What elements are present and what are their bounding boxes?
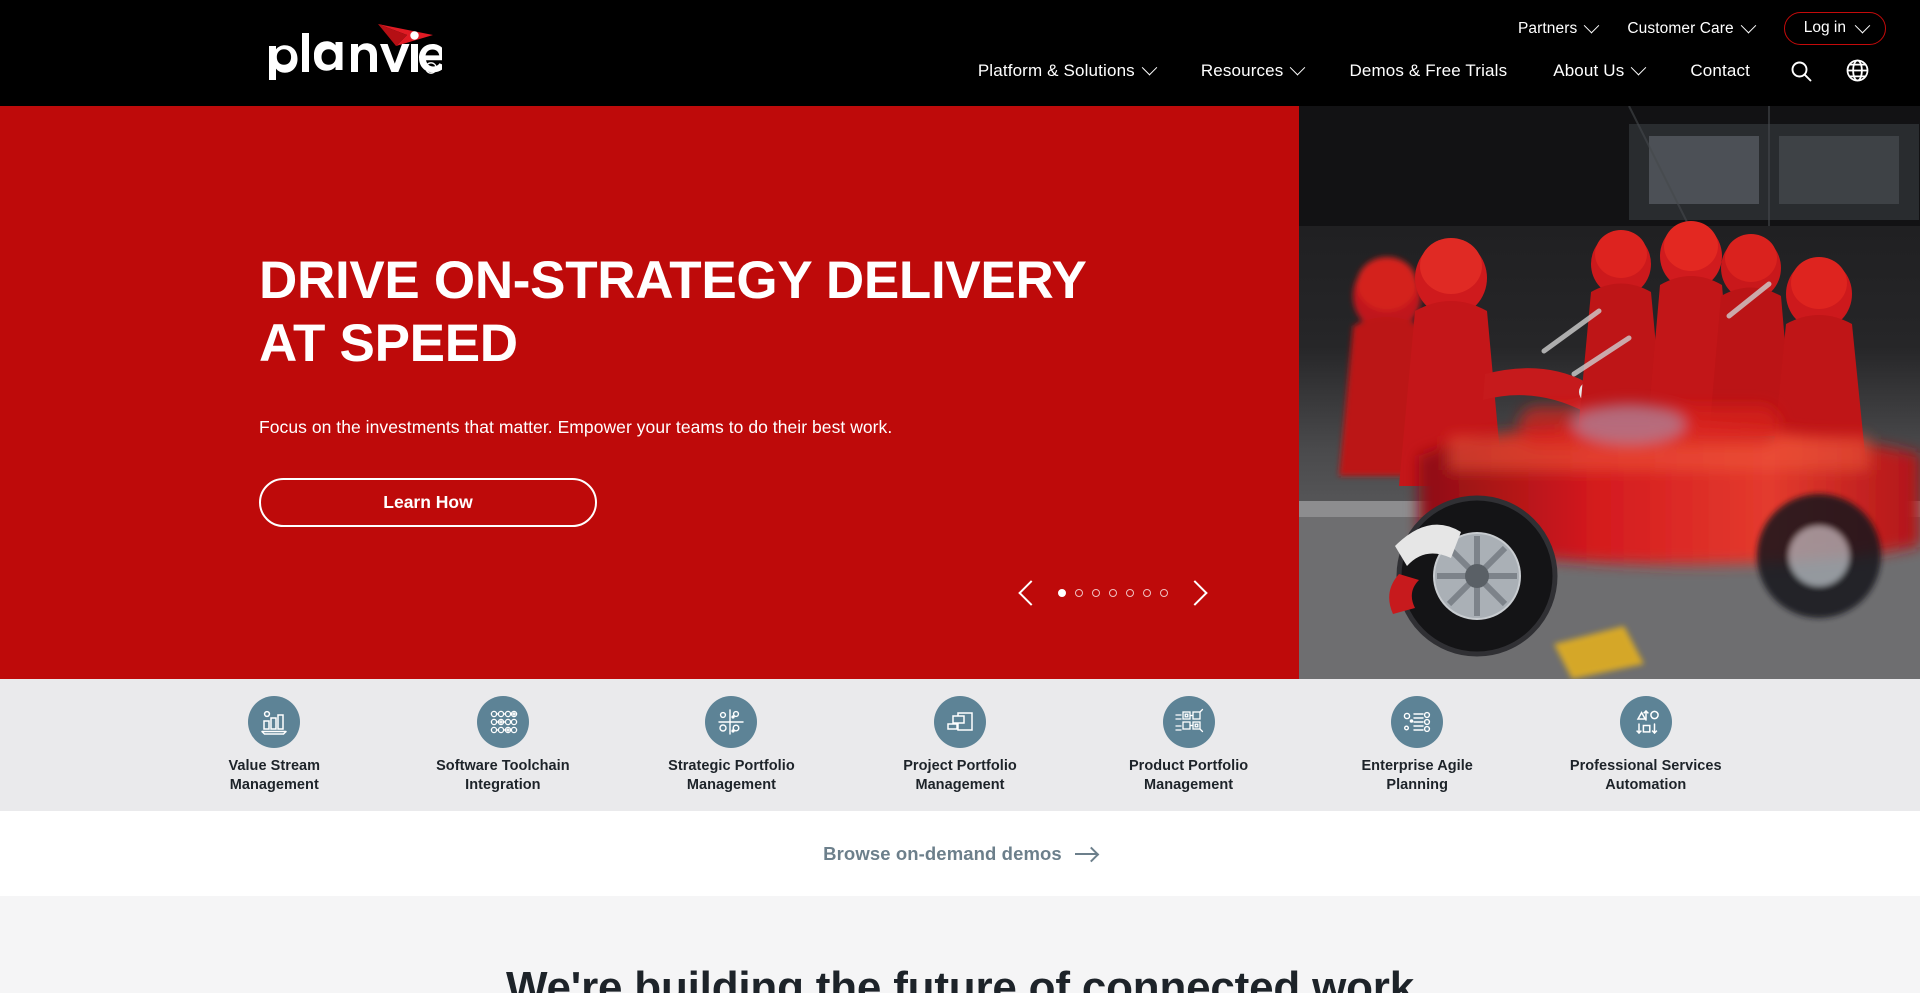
- kanban-board-icon: [1162, 696, 1215, 748]
- utility-nav-label: Partners: [1517, 19, 1578, 37]
- product-item-label: Value Stream Management: [228, 758, 321, 794]
- product-item-software-toolchain-integration[interactable]: Software Toolchain Integration: [389, 696, 618, 796]
- product-item-project-portfolio-management[interactable]: Project Portfolio Management: [846, 696, 1075, 796]
- hero-content: DRIVE ON-STRATEGY DELIVERY AT SPEED Focu…: [259, 106, 1179, 528]
- chevron-down-icon: [1584, 17, 1600, 34]
- nav-item-label: Platform & Solutions: [977, 60, 1135, 80]
- chevron-down-icon: [1290, 59, 1306, 76]
- carousel-dots: [1058, 589, 1168, 597]
- product-item-label: Product Portfolio Management: [1128, 758, 1249, 794]
- utility-nav-item-partners[interactable]: Partners: [1517, 17, 1600, 38]
- product-item-value-stream-management[interactable]: Value Stream Management: [160, 696, 389, 796]
- chevron-down-icon: [1740, 17, 1757, 34]
- svg-text:R: R: [428, 66, 433, 73]
- section-heading: We're building the future of connected w…: [506, 963, 1414, 993]
- carousel-dot-3[interactable]: [1092, 589, 1100, 597]
- backlog-list-icon: [1391, 696, 1444, 748]
- carousel-dot-7[interactable]: [1160, 589, 1168, 597]
- demos-band: Browse on-demand demos: [0, 811, 1920, 896]
- hero-title: DRIVE ON-STRATEGY DELIVERY AT SPEED: [259, 249, 1179, 375]
- login-button[interactable]: Log in: [1783, 12, 1886, 45]
- search-icon[interactable]: [1773, 59, 1829, 83]
- nav-item-demos-free-trials[interactable]: Demos & Free Trials: [1326, 61, 1530, 81]
- chevron-down-icon: [1854, 17, 1871, 33]
- utility-nav: Partners Customer Care Log in: [1518, 12, 1886, 45]
- nav-item-label: About Us: [1553, 60, 1625, 80]
- planview-logo[interactable]: R: [257, 18, 442, 80]
- nav-item-label: Resources: [1200, 60, 1284, 80]
- product-item-label: Project Portfolio Management: [903, 758, 1017, 794]
- scatter-quadrant-icon: [705, 696, 758, 748]
- product-item-product-portfolio-management[interactable]: Product Portfolio Management: [1074, 696, 1303, 796]
- carousel-dot-1[interactable]: [1058, 589, 1066, 597]
- product-item-label: Software Toolchain Integration: [436, 758, 570, 794]
- carousel-dot-5[interactable]: [1126, 589, 1134, 597]
- nav-item-about-us[interactable]: About Us: [1530, 59, 1667, 81]
- globe-icon[interactable]: [1829, 58, 1886, 83]
- nav-item-platform-solutions[interactable]: Platform & Solutions: [955, 59, 1178, 81]
- carousel-next-icon[interactable]: [1182, 580, 1208, 606]
- site-header: R Partners Customer Care Log in Platform…: [0, 0, 1920, 106]
- arrow-right-icon: [1074, 852, 1097, 855]
- product-item-professional-services-automation[interactable]: Professional Services Automation: [1531, 696, 1760, 796]
- bar-chart-icon: [248, 696, 301, 748]
- hero-carousel-controls: [1018, 580, 1208, 606]
- nav-item-contact[interactable]: Contact: [1667, 61, 1773, 81]
- chevron-down-icon: [1141, 59, 1158, 76]
- browse-demos-label: Browse on-demand demos: [823, 842, 1062, 864]
- login-label: Log in: [1803, 19, 1846, 36]
- product-item-label: Strategic Portfolio Management: [668, 758, 795, 794]
- nodes-grid-icon: [476, 696, 529, 748]
- nav-item-label: Contact: [1690, 60, 1750, 80]
- product-item-strategic-portfolio-management[interactable]: Strategic Portfolio Management: [617, 696, 846, 796]
- carousel-dot-6[interactable]: [1143, 589, 1151, 597]
- nav-item-label: Demos & Free Trials: [1349, 60, 1508, 80]
- utility-nav-item-customer-care[interactable]: Customer Care: [1627, 17, 1757, 38]
- chevron-down-icon: [1631, 59, 1647, 76]
- hero-image: [1299, 106, 1920, 679]
- nav-item-resources[interactable]: Resources: [1178, 59, 1327, 81]
- learn-how-button[interactable]: Learn How: [259, 478, 597, 528]
- connected-work-section: We're building the future of connected w…: [0, 896, 1920, 993]
- hero-title-line-1: DRIVE ON-STRATEGY DELIVERY: [259, 251, 1087, 310]
- shapes-arrows-icon: [1619, 696, 1672, 748]
- hero-subtitle: Focus on the investments that matter. Em…: [259, 417, 893, 438]
- product-item-label: Professional Services Automation: [1569, 758, 1722, 794]
- carousel-dot-2[interactable]: [1075, 589, 1083, 597]
- browse-on-demand-demos-link[interactable]: Browse on-demand demos: [823, 843, 1097, 865]
- carousel-prev-icon[interactable]: [1018, 580, 1044, 606]
- hero-title-line-2: AT SPEED: [259, 314, 518, 374]
- main-nav: Platform & Solutions Resources Demos & F…: [955, 58, 1886, 83]
- product-item-label: Enterprise Agile Planning: [1361, 758, 1473, 794]
- carousel-dot-4[interactable]: [1109, 589, 1117, 597]
- product-links-bar: Value Stream Management Software Toolcha…: [0, 679, 1920, 811]
- stacked-windows-icon: [934, 696, 987, 748]
- utility-nav-label: Customer Care: [1627, 19, 1734, 37]
- hero-banner: DRIVE ON-STRATEGY DELIVERY AT SPEED Focu…: [0, 106, 1920, 679]
- product-item-enterprise-agile-planning[interactable]: Enterprise Agile Planning: [1303, 696, 1532, 796]
